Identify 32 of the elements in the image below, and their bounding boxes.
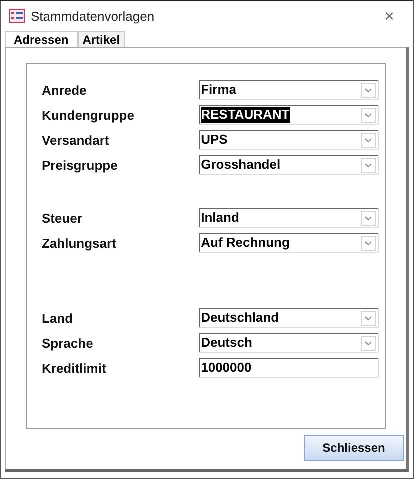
caret-icon[interactable]: [361, 82, 376, 98]
close-button[interactable]: ✕: [374, 8, 405, 24]
combo-box[interactable]: Firma: [199, 80, 379, 100]
caret-icon[interactable]: [361, 236, 376, 250]
field-label: Anrede: [42, 82, 88, 98]
window-title: Stammdatenvorlagen: [31, 8, 156, 24]
combo-box[interactable]: Grosshandel: [199, 155, 379, 175]
field-label: Kundengruppe: [42, 108, 136, 122]
field-label: Kreditlimit: [42, 360, 108, 376]
combo-box[interactable]: UPS: [199, 130, 379, 150]
combo-box[interactable]: Inland: [199, 208, 379, 228]
field-label: Preisgruppe: [42, 158, 119, 172]
caret-icon[interactable]: [361, 158, 376, 172]
combo-box[interactable]: RESTAURANT: [199, 105, 379, 125]
field-label: Sprache: [42, 336, 94, 350]
caret-icon[interactable]: [361, 210, 376, 226]
tab[interactable]: Artikel: [78, 31, 126, 47]
caret-icon[interactable]: [361, 108, 376, 122]
field-label: Zahlungsart: [42, 236, 118, 250]
field-label: Land: [42, 310, 74, 326]
caret-icon[interactable]: [361, 336, 376, 350]
input-field[interactable]: 1000000: [199, 358, 379, 378]
form-icon: [9, 9, 25, 23]
tab[interactable]: Adressen: [5, 31, 78, 47]
caret-icon[interactable]: [361, 132, 376, 148]
close-button[interactable]: Schliessen: [304, 435, 404, 461]
combo-box[interactable]: Deutsch: [199, 333, 379, 353]
combo-box[interactable]: Deutschland: [199, 308, 379, 328]
field-label: Steuer: [42, 210, 84, 226]
caret-icon[interactable]: [361, 310, 376, 326]
combo-box[interactable]: Auf Rechnung: [199, 233, 379, 253]
field-label: Versandart: [42, 132, 110, 148]
